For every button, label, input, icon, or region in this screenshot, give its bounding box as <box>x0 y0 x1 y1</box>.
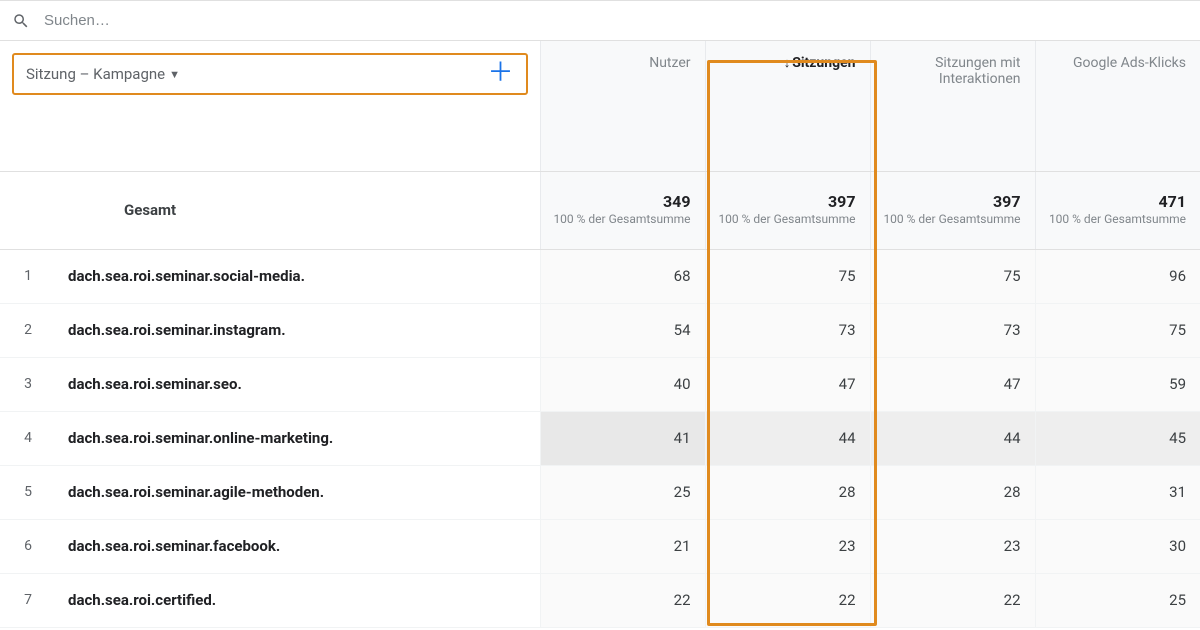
metric-cell: 41 <box>540 411 705 465</box>
metric-cell: 47 <box>705 357 870 411</box>
metric-cell: 45 <box>1035 411 1200 465</box>
column-header-ads-klicks[interactable]: Google Ads-Klicks <box>1035 41 1200 171</box>
metric-cell: 59 <box>1035 357 1200 411</box>
table-row[interactable]: 2dach.sea.roi.seminar.instagram.54737375 <box>0 303 1200 357</box>
column-header-nutzer[interactable]: Nutzer <box>540 41 705 171</box>
metric-cell: 75 <box>705 249 870 303</box>
row-index: 7 <box>0 573 56 627</box>
table-row[interactable]: 1dach.sea.roi.seminar.social-media.68757… <box>0 249 1200 303</box>
metric-cell: 47 <box>870 357 1035 411</box>
metric-cell: 73 <box>870 303 1035 357</box>
campaign-name[interactable]: dach.sea.roi.seminar.instagram. <box>56 303 540 357</box>
search-input[interactable] <box>42 11 1188 30</box>
metric-cell: 31 <box>1035 465 1200 519</box>
column-header-sitzungen[interactable]: ↓Sitzungen <box>705 41 870 171</box>
table-row[interactable]: 5dach.sea.roi.seminar.agile-methoden.252… <box>0 465 1200 519</box>
metric-cell: 23 <box>870 519 1035 573</box>
row-index: 2 <box>0 303 56 357</box>
metric-cell: 21 <box>540 519 705 573</box>
totals-ads-klicks: 471 100 % der Gesamtsumme <box>1035 171 1200 249</box>
row-index: 3 <box>0 357 56 411</box>
row-index: 1 <box>0 249 56 303</box>
metric-cell: 28 <box>705 465 870 519</box>
metric-cell: 44 <box>705 411 870 465</box>
metric-cell: 75 <box>1035 303 1200 357</box>
campaign-name[interactable]: dach.sea.roi.seminar.seo. <box>56 357 540 411</box>
totals-label: Gesamt <box>56 171 540 249</box>
metric-cell: 30 <box>1035 519 1200 573</box>
table-row[interactable]: 6dach.sea.roi.seminar.facebook.21232330 <box>0 519 1200 573</box>
metric-cell: 28 <box>870 465 1035 519</box>
dimension-label: Sitzung – Kampagne <box>26 65 165 83</box>
row-index: 6 <box>0 519 56 573</box>
chevron-down-icon: ▼ <box>169 68 180 81</box>
dimension-selector[interactable]: Sitzung – Kampagne ▼ ＋ <box>12 53 528 95</box>
campaign-name[interactable]: dach.sea.roi.seminar.online-marketing. <box>56 411 540 465</box>
campaign-name[interactable]: dach.sea.roi.seminar.agile-methoden. <box>56 465 540 519</box>
campaign-name[interactable]: dach.sea.roi.seminar.facebook. <box>56 519 540 573</box>
add-dimension-icon[interactable]: ＋ <box>488 66 514 82</box>
metric-cell: 54 <box>540 303 705 357</box>
table-row[interactable]: 4dach.sea.roi.seminar.online-marketing.4… <box>0 411 1200 465</box>
metric-cell: 22 <box>870 573 1035 627</box>
table-row[interactable]: 7dach.sea.roi.certified.22222225 <box>0 573 1200 627</box>
table-row[interactable]: 3dach.sea.roi.seminar.seo.40474759 <box>0 357 1200 411</box>
campaign-name[interactable]: dach.sea.roi.certified. <box>56 573 540 627</box>
totals-sitzungen: 397 100 % der Gesamtsumme <box>705 171 870 249</box>
sort-desc-icon: ↓ <box>784 56 791 71</box>
metric-cell: 40 <box>540 357 705 411</box>
search-bar[interactable] <box>0 1 1200 41</box>
row-index: 4 <box>0 411 56 465</box>
search-icon <box>12 12 30 30</box>
metric-cell: 68 <box>540 249 705 303</box>
column-header-interaktionen[interactable]: Sitzungen mit Interaktionen <box>870 41 1035 171</box>
totals-interaktionen: 397 100 % der Gesamtsumme <box>870 171 1035 249</box>
totals-nutzer: 349 100 % der Gesamtsumme <box>540 171 705 249</box>
metric-cell: 23 <box>705 519 870 573</box>
metric-cell: 44 <box>870 411 1035 465</box>
row-index: 5 <box>0 465 56 519</box>
metric-cell: 73 <box>705 303 870 357</box>
campaign-name[interactable]: dach.sea.roi.seminar.social-media. <box>56 249 540 303</box>
metric-cell: 75 <box>870 249 1035 303</box>
metric-cell: 22 <box>705 573 870 627</box>
metric-cell: 22 <box>540 573 705 627</box>
metric-cell: 25 <box>1035 573 1200 627</box>
metric-cell: 96 <box>1035 249 1200 303</box>
metric-cell: 25 <box>540 465 705 519</box>
